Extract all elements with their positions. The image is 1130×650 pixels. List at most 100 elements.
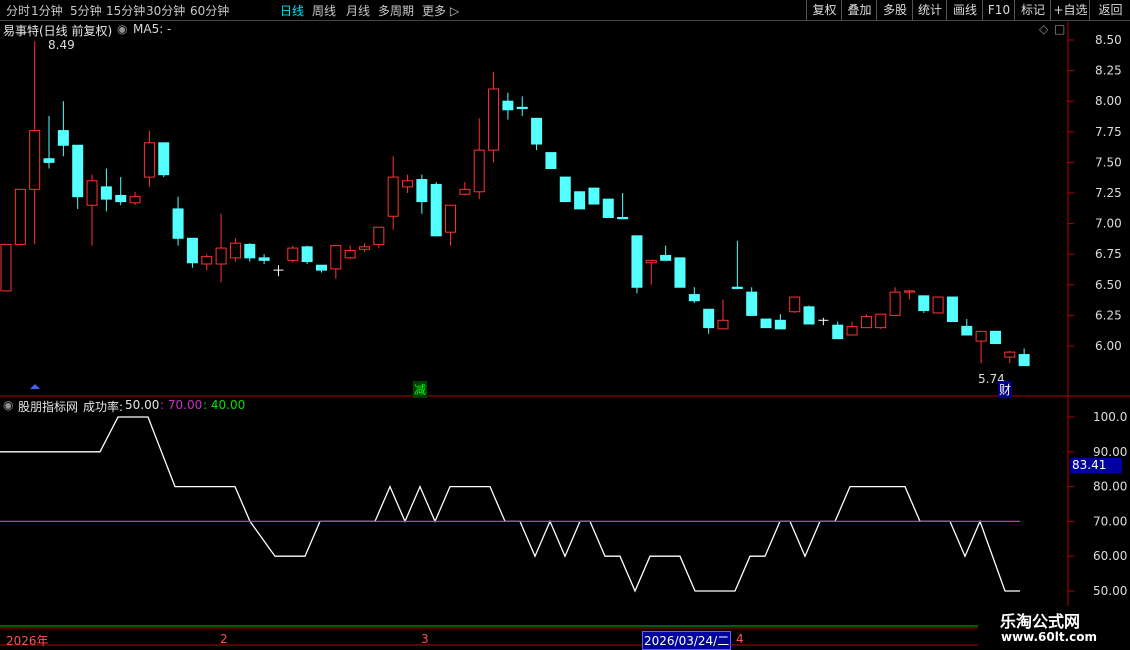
toolbar-button-2[interactable]: 多股 [876,0,913,20]
candle-body [416,179,428,203]
period-tab-6[interactable]: 日线 [280,2,304,19]
candle-body [1018,354,1030,367]
indicator-settings-icon[interactable]: ◉ [3,398,13,412]
candle-body [559,176,571,203]
candle-body [72,144,84,198]
candle-body [602,198,614,218]
candle-body [315,264,327,271]
candle-body [946,296,958,323]
candle-body [359,246,370,250]
price-tick-label: 7.50 [1095,155,1122,169]
candle-body [631,235,643,288]
candle-body [488,88,500,151]
candle-body [14,188,26,245]
price-tick-label: 8.25 [1095,64,1122,78]
candle-body [774,319,786,330]
period-tab-10[interactable]: 更多 ▷ [422,2,459,19]
candle-body [29,130,41,190]
month-label: 4 [736,632,744,646]
period-tab-1[interactable]: 1分钟 [31,2,63,19]
candle-body [918,295,930,312]
candle-body [172,208,184,239]
settings-circle-icon[interactable]: ◉ [117,22,127,36]
candle-body [143,142,155,178]
jian-marker[interactable]: 减 [413,381,428,398]
candle-body [244,243,256,259]
watermark-url: www.60lt.com [1001,630,1098,644]
indicator-tick-label: 60.00 [1093,549,1127,563]
indicator-value: 50.00 [125,398,160,412]
candle-body [215,247,227,265]
candle-body [330,245,342,270]
candle-body [402,180,414,188]
candle-body [932,296,944,314]
candle-body [832,324,844,340]
candle-body [703,308,715,329]
period-toolbar: 分时 1分钟 5分钟 15分钟 30分钟 60分钟 日线 周线 月线 多周期 更多 ▷ 复权 叠加 多股统… [0,0,1130,21]
toolbar-button-1[interactable]: 叠加 [841,0,877,20]
candle-body [373,226,385,245]
candle-body [617,216,629,220]
indicator-name: 股朋指标网 [18,400,79,414]
candle-body [1004,351,1016,358]
period-tab-2[interactable]: 5分钟 [70,2,102,19]
candle-body [760,318,772,329]
candle-body [789,296,801,313]
candle-body [660,254,672,261]
cursor-date-label: 2026/03/24/二 [642,631,732,650]
period-tab-0[interactable]: 分时 [6,2,30,19]
period-tab-3[interactable]: 15分钟 [106,2,145,19]
price-tick-label: 6.75 [1095,247,1122,261]
candle-body [129,196,141,204]
candle-body [516,106,528,110]
candle-body [86,180,98,206]
candle-body [301,246,313,263]
candle-body [387,176,399,217]
indicator-tick-label: 100.0 [1093,410,1127,424]
candle-body [846,325,858,336]
candle-body [0,243,12,292]
candle-body [975,330,987,342]
month-label: 2 [220,632,228,646]
toolbar-button-7[interactable]: +自选 [1050,0,1090,20]
indicator-tick-label: 70.00 [1093,514,1127,528]
candle-body [287,247,299,261]
candle-body [717,319,729,330]
candle-body [588,187,600,205]
price-tick-label: 8.50 [1095,33,1122,47]
month-label: 3 [421,632,429,646]
indicator-value-3: : 40.00 [203,398,246,412]
ma5-label: MA5: - [133,22,172,36]
candle-body [860,316,872,329]
price-tick-label: 8.00 [1095,94,1122,108]
period-tab-7[interactable]: 周线 [312,2,336,19]
indicator-tick-label: 90.00 [1093,445,1127,459]
cai-marker[interactable]: 财 [998,381,1013,398]
window-icon[interactable]: □ [1054,22,1065,36]
candle-body [545,152,557,170]
toolbar-button-8[interactable]: 返回 [1089,0,1130,20]
candle-body [688,294,700,302]
candle-body [889,291,901,316]
period-tab-4[interactable]: 30分钟 [146,2,185,19]
toolbar-button-6[interactable]: 标记 [1014,0,1051,20]
period-tab-5[interactable]: 60分钟 [190,2,229,19]
price-tick-label: 6.50 [1095,278,1122,292]
candle-body [674,257,686,288]
period-tab-8[interactable]: 月线 [346,2,370,19]
toolbar-button-0[interactable]: 复权 [806,0,842,20]
candle-body [731,286,743,289]
candle-body [344,250,356,259]
stock-title: 易事特(日线 前复权) [3,24,113,38]
toolbar-button-3[interactable]: 统计 [912,0,947,20]
candle-body [961,325,973,336]
toolbar-button-4[interactable]: 画线 [946,0,983,20]
candle-body [430,183,442,237]
candle-body [875,313,887,329]
high-price-label: 8.49 [48,38,75,52]
diamond-icon[interactable]: ◇ [1039,22,1048,36]
up-marker-icon [30,384,40,389]
period-tab-9[interactable]: 多周期 [378,2,414,19]
candle-body [115,194,127,203]
toolbar-button-5[interactable]: F10 [982,0,1015,20]
